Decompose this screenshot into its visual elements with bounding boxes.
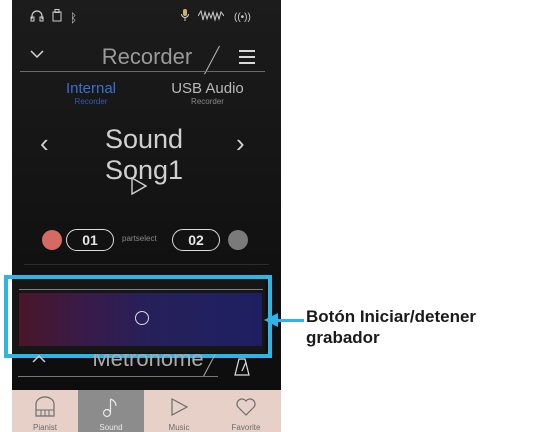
waveform-icon (197, 8, 225, 28)
chevron-up-icon[interactable] (32, 354, 46, 366)
tab-label: Internal (65, 80, 117, 97)
bottom-nav: Pianist Sound Music Favorite (12, 390, 281, 432)
piano-icon (35, 396, 55, 417)
recorder-header: Recorder (12, 42, 281, 75)
record-part2-indicator[interactable] (228, 230, 248, 250)
tab-label: USB Audio (171, 80, 244, 97)
wireless-icon: ((•)) (234, 12, 251, 23)
play-icon[interactable] (130, 176, 148, 201)
nav-label: Music (168, 423, 190, 432)
nav-music[interactable]: Music (146, 390, 212, 432)
tab-internal-recorder[interactable]: Internal Recorder (46, 81, 136, 107)
music-note-icon (102, 398, 117, 418)
record-part1-indicator[interactable] (42, 230, 62, 250)
nav-pianist[interactable]: Pianist (12, 390, 78, 432)
headphones-icon (30, 8, 44, 28)
chevron-down-icon[interactable] (30, 46, 44, 64)
play-icon (171, 398, 189, 416)
nav-favorite[interactable]: Favorite (213, 390, 279, 432)
nav-label: Pianist (32, 423, 57, 432)
partselect-label: partselect (122, 234, 157, 243)
header-underline (20, 71, 265, 72)
divider (24, 264, 269, 265)
metronome-icon[interactable] (234, 358, 250, 381)
previous-song-button[interactable]: ‹ (40, 128, 49, 159)
metronome-bar[interactable]: Metronome (12, 354, 281, 388)
tab-sublabel: Recorder (74, 97, 108, 106)
next-song-button[interactable]: › (236, 128, 245, 159)
mic-icon (180, 8, 190, 28)
part1-button[interactable]: 01 (66, 229, 114, 251)
heart-icon (236, 398, 256, 416)
page-title: Recorder (101, 44, 193, 69)
highlight-box (4, 275, 272, 358)
callout-label: Botón Iniciar/detener grabador (306, 307, 477, 347)
nav-label: Favorite (231, 423, 261, 432)
part2-button[interactable]: 02 (172, 229, 220, 251)
status-bar: ᛒ ((•)) (12, 8, 281, 28)
tab-sublabel: Recorder (191, 97, 224, 106)
part-select: 01 partselect 02 (12, 226, 281, 256)
song-selector: ‹ Sound Song1 › (12, 124, 281, 185)
metronome-title: Metronome (92, 354, 204, 371)
tab-usb-audio-recorder[interactable]: USB Audio Recorder (160, 81, 255, 107)
nav-sound[interactable]: Sound (78, 390, 144, 432)
bluetooth-icon: ᛒ (70, 11, 78, 25)
nav-label: Sound (99, 423, 123, 432)
list-menu-icon[interactable] (239, 50, 255, 68)
callout-arrow (276, 319, 304, 322)
usb-icon (52, 8, 62, 28)
metronome-underline (18, 376, 218, 377)
